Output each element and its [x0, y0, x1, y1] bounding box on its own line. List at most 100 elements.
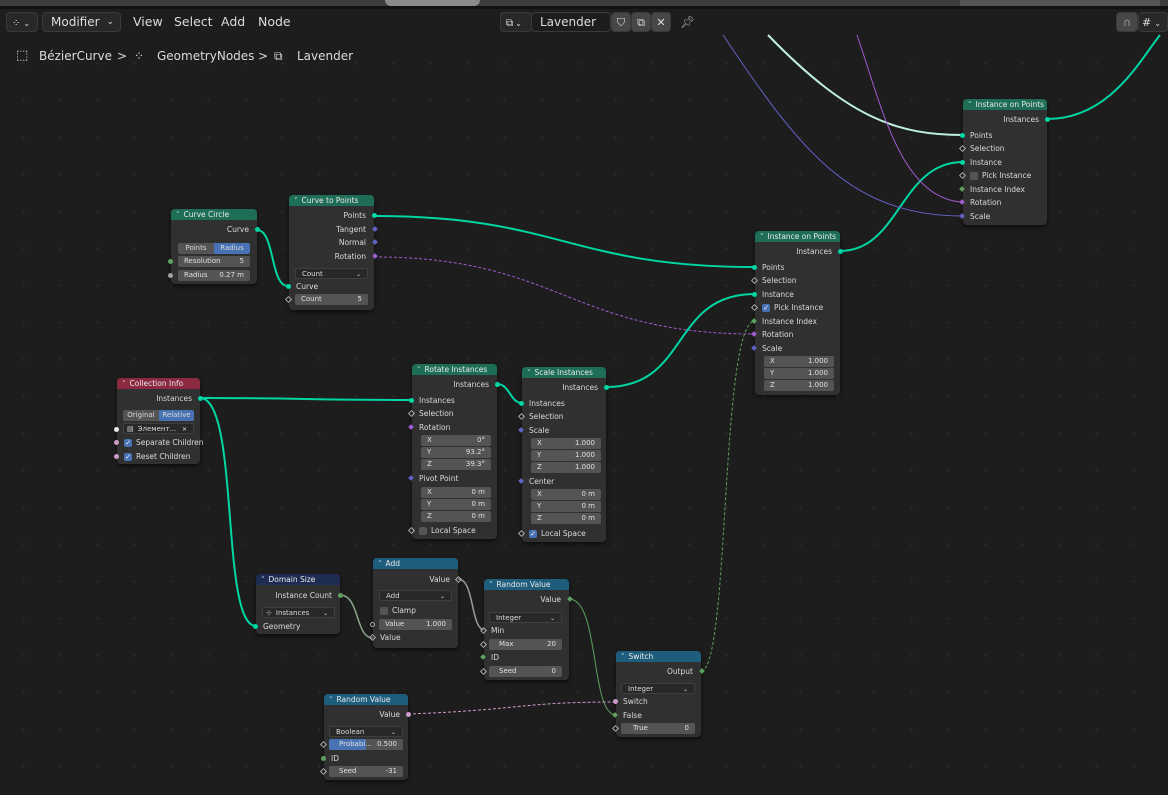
pick-instance-checkbox[interactable]: ✓	[762, 304, 770, 312]
snap-mode-dropdown[interactable]: # ⌄	[1138, 12, 1168, 32]
menu-view[interactable]: View	[133, 12, 163, 32]
node-tree-name-field[interactable]: Lavender	[531, 12, 611, 32]
socket-input[interactable]	[114, 440, 119, 445]
operation-dropdown[interactable]: Add ⌄	[379, 590, 452, 601]
seed-field[interactable]: Seed 0	[489, 666, 562, 677]
socket-input[interactable]	[321, 756, 326, 761]
socket-resolution[interactable]	[168, 259, 173, 264]
probability-field[interactable]: Probabi... 0.500	[329, 739, 403, 750]
node-add[interactable]: ˅ Add Value Add ⌄ Clamp Value 1.000 Value	[368, 558, 463, 648]
node-header[interactable]: ˅ Domain Size	[256, 574, 340, 585]
socket-input[interactable]	[114, 454, 119, 459]
node-header[interactable]: ˅ Add	[373, 558, 458, 569]
socket-output[interactable]	[604, 385, 609, 390]
mode-points[interactable]: Points	[178, 243, 214, 254]
true-field[interactable]: True 0	[621, 723, 695, 734]
socket-output[interactable]	[838, 249, 843, 254]
menu-node[interactable]: Node	[258, 12, 291, 32]
pivot-z[interactable]: Z 0 m	[421, 511, 491, 522]
collapse-icon[interactable]: ˅	[417, 365, 421, 375]
reset-children-checkbox[interactable]: ✓	[124, 453, 132, 461]
socket-output[interactable]	[372, 213, 377, 218]
transform-relative[interactable]: Relative	[159, 410, 194, 421]
socket-input[interactable]	[613, 699, 618, 704]
scale-x[interactable]: X 1.000	[531, 438, 601, 449]
unlink-button[interactable]: ✕	[651, 12, 671, 32]
socket-input[interactable]	[519, 401, 524, 406]
local-space-checkbox[interactable]: ✓	[529, 530, 537, 538]
collapse-icon[interactable]: ˅	[261, 575, 265, 585]
node-header[interactable]: ˅ Collection Info	[117, 378, 200, 389]
collapse-icon[interactable]: ˅	[122, 379, 126, 389]
mode-radius[interactable]: Radius	[214, 243, 250, 254]
node-collection-info[interactable]: ˅ Collection Info Instances Original Rela…	[114, 378, 204, 464]
node-domain-size[interactable]: ˅ Domain Size Instance Count ⊹ Instances ⌄ …	[253, 574, 343, 634]
separate-children-checkbox[interactable]: ✓	[124, 439, 132, 447]
collapse-icon[interactable]: ˅	[329, 695, 333, 705]
mode-dropdown[interactable]: Modifier ⌄	[42, 12, 121, 32]
center-z[interactable]: Z 0 m	[531, 513, 601, 524]
center-x[interactable]: X 0 m	[531, 489, 601, 500]
node-switch[interactable]: ˅ Switch Output Integer ⌄ Switch False Tru…	[611, 651, 705, 737]
collapse-icon[interactable]: ˅	[968, 100, 972, 110]
component-dropdown[interactable]: ⊹ Instances ⌄	[262, 607, 335, 618]
node-random-value-integer[interactable]: ˅ Random Value Value Integer ⌄ Min Max 20 I…	[479, 579, 573, 680]
socket-input[interactable]	[409, 398, 414, 403]
socket-output[interactable]	[338, 593, 343, 598]
socket-output[interactable]	[495, 382, 500, 387]
menu-select[interactable]: Select	[174, 12, 213, 32]
resolution-field[interactable]: Resolution 5	[178, 256, 250, 267]
socket-output[interactable]	[406, 712, 411, 717]
close-icon[interactable]: ✕	[182, 424, 187, 435]
node-header[interactable]: ˅ Random Value	[484, 579, 569, 590]
node-instance-on-points-2[interactable]: ˅ Instance on Points Instances Points Sel…	[958, 99, 1050, 225]
scale-y[interactable]: Y 1.000	[764, 368, 834, 379]
mode-dropdown[interactable]: Count ⌄	[295, 268, 368, 279]
scale-y[interactable]: Y 1.000	[531, 450, 601, 461]
node-header[interactable]: ˅ Random Value	[324, 694, 408, 705]
data-type-dropdown[interactable]: Integer ⌄	[621, 683, 695, 694]
collapse-icon[interactable]: ˅	[294, 196, 298, 206]
socket-value-1[interactable]	[370, 622, 375, 627]
transform-original[interactable]: Original	[123, 410, 159, 421]
data-type-dropdown[interactable]: Integer ⌄	[489, 612, 562, 623]
collapse-icon[interactable]: ˅	[176, 210, 180, 220]
node-header[interactable]: ˅ Switch	[616, 651, 701, 662]
socket-input[interactable]	[752, 292, 757, 297]
collapse-icon[interactable]: ˅	[378, 559, 382, 569]
radius-field[interactable]: Radius 0.27 m	[178, 270, 250, 281]
socket-input[interactable]	[752, 265, 757, 270]
pin-button[interactable]: 📌︎	[680, 12, 695, 32]
scale-z[interactable]: Z 1.000	[764, 380, 834, 391]
node-header[interactable]: ˅ Instance on Points	[963, 99, 1047, 110]
collapse-icon[interactable]: ˅	[527, 368, 531, 378]
socket-input[interactable]	[286, 284, 291, 289]
collapse-icon[interactable]: ˅	[489, 580, 493, 590]
rotation-y[interactable]: Y 93.2°	[421, 447, 491, 458]
duplicate-button[interactable]: ⧉	[631, 12, 651, 32]
socket-input[interactable]	[960, 133, 965, 138]
collapse-icon[interactable]: ˅	[760, 232, 764, 242]
pivot-x[interactable]: X 0 m	[421, 487, 491, 498]
node-header[interactable]: ˅ Rotate Instances	[412, 364, 497, 375]
node-header[interactable]: ˅ Scale Instances	[522, 367, 606, 378]
socket-radius[interactable]	[168, 273, 173, 278]
snap-toggle[interactable]: ∩	[1116, 12, 1138, 32]
rotation-x[interactable]: X 0°	[421, 435, 491, 446]
node-tree-selector[interactable]: ⧉ ⌄	[500, 12, 532, 32]
scale-z[interactable]: Z 1.000	[531, 462, 601, 473]
seed-field[interactable]: Seed -31	[329, 766, 403, 777]
breadcrumb-object[interactable]: BézierCurve	[39, 46, 112, 66]
node-header[interactable]: ˅ Curve to Points	[289, 195, 374, 206]
collapse-icon[interactable]: ˅	[621, 652, 625, 662]
breadcrumb-modifier[interactable]: GeometryNodes	[157, 46, 254, 66]
breadcrumb-node-tree[interactable]: Lavender	[297, 46, 353, 66]
rotation-z[interactable]: Z 39.3°	[421, 459, 491, 470]
value-field[interactable]: Value 1.000	[379, 619, 452, 630]
count-field[interactable]: Count 5	[295, 294, 368, 305]
socket-output[interactable]	[255, 227, 260, 232]
pivot-y[interactable]: Y 0 m	[421, 499, 491, 510]
menu-add[interactable]: Add	[221, 12, 245, 32]
socket-input[interactable]	[253, 624, 258, 629]
node-curve-to-points[interactable]: ˅ Curve to Points Points Tangent Normal R…	[284, 195, 378, 310]
